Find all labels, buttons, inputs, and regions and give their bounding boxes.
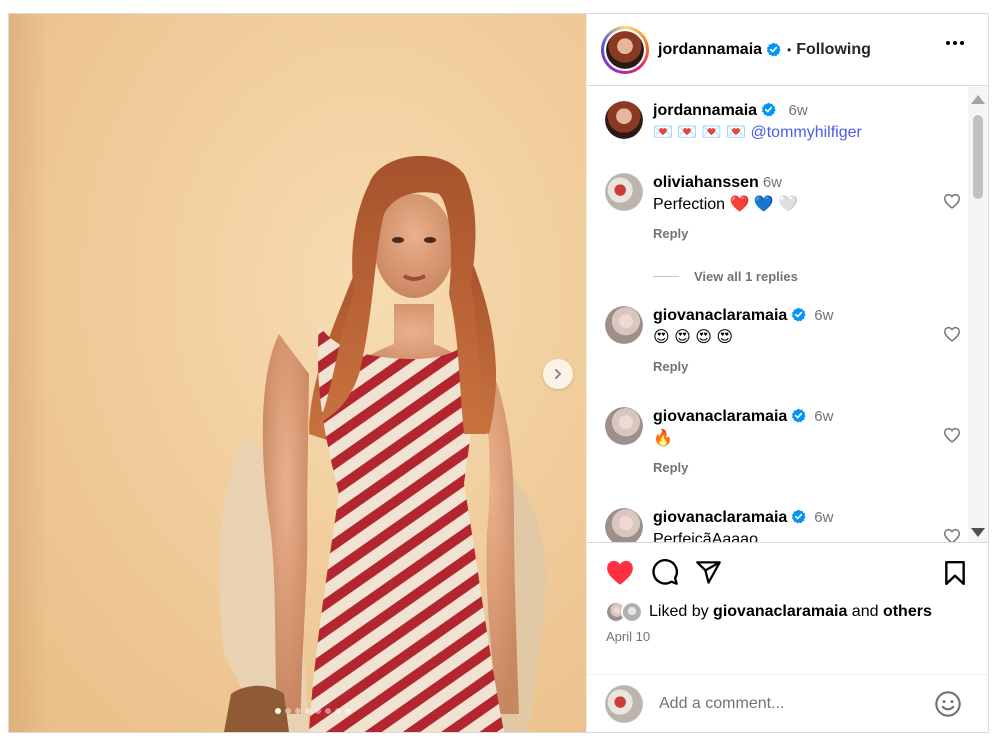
carousel-dot [274, 708, 281, 714]
post-photo [219, 155, 547, 732]
comment-text: PerfeiçãAaaao [653, 531, 758, 542]
avatar[interactable] [605, 407, 643, 445]
verified-icon [792, 307, 806, 322]
comment-text: Perfection ❤️ 💙 🤍 [653, 196, 799, 213]
comment-time[interactable]: 6w [814, 509, 833, 526]
verified-icon [761, 102, 776, 117]
comment-item: giovanaclaramaia 6w 🔥 Reply [605, 407, 961, 475]
action-bar [587, 543, 988, 601]
post-details-panel: jordannamaia • Following jordannamaia 6w… [586, 14, 988, 732]
reply-button[interactable]: Reply [653, 460, 961, 475]
likes-others-link[interactable]: others [883, 603, 932, 620]
carousel-dot [294, 708, 301, 714]
share-button[interactable] [695, 559, 722, 586]
carousel-dots [9, 708, 586, 714]
liker-username[interactable]: giovanaclaramaia [713, 603, 847, 620]
comment-time[interactable]: 6w [814, 307, 833, 324]
comment-button[interactable] [651, 558, 679, 586]
post-header: jordannamaia • Following [587, 14, 988, 86]
comment-time[interactable]: 6w [763, 174, 782, 191]
header-separator: • [787, 42, 792, 57]
comment-item: giovanaclaramaia 6w 😍 😍 😍 😍 Reply [605, 306, 961, 374]
post-date[interactable]: April 10 [587, 629, 988, 644]
like-comment-heart-icon[interactable] [943, 326, 961, 342]
comment-username[interactable]: giovanaclaramaia [653, 408, 787, 425]
scroll-down-arrow[interactable] [971, 528, 985, 537]
like-button[interactable] [605, 559, 635, 586]
author-username[interactable]: jordannamaia [658, 41, 762, 59]
post-dialog: jordannamaia • Following jordannamaia 6w… [8, 13, 989, 733]
likes-summary: Liked by giovanaclaramaia and others [587, 599, 988, 625]
view-replies-button[interactable]: View all 1 replies [653, 269, 798, 284]
post-actions-section: Liked by giovanaclaramaia and others Apr… [587, 542, 988, 644]
add-comment-bar [587, 674, 988, 732]
comment-item: oliviahanssen 6w Perfection ❤️ 💙 🤍 Reply [605, 173, 961, 241]
avatar[interactable] [605, 508, 643, 542]
post-media[interactable] [9, 14, 586, 732]
verified-icon [792, 408, 806, 423]
reply-button[interactable]: Reply [653, 226, 961, 241]
comment-text: 😍 😍 😍 😍 [653, 329, 734, 346]
next-photo-button[interactable] [543, 359, 573, 389]
save-button[interactable] [944, 560, 966, 591]
comments-list: jordannamaia 6w 💌 💌 💌 💌 @tommyhilfiger o… [587, 87, 967, 542]
carousel-dot [284, 708, 291, 714]
scroll-thumb[interactable] [973, 115, 983, 199]
likes-text: Liked by giovanaclaramaia and others [649, 603, 932, 620]
caption-mention[interactable]: @tommyhilfiger [750, 124, 861, 141]
carousel-dot [344, 708, 351, 714]
comment-item: giovanaclaramaia 6w PerfeiçãAaaao [605, 508, 961, 542]
like-comment-heart-icon[interactable] [943, 427, 961, 443]
caption: jordannamaia 6w 💌 💌 💌 💌 @tommyhilfiger [605, 101, 961, 144]
scroll-up-arrow[interactable] [971, 95, 985, 104]
following-button[interactable]: Following [796, 41, 871, 59]
avatar[interactable] [605, 306, 643, 344]
avatar[interactable] [605, 173, 643, 211]
save-icon [945, 560, 965, 586]
caption-username[interactable]: jordannamaia [653, 102, 757, 119]
add-comment-input[interactable] [659, 694, 909, 713]
carousel-dot [314, 708, 321, 714]
avatar [605, 684, 643, 723]
like-comment-heart-icon[interactable] [943, 528, 961, 542]
comments-scrollbar[interactable] [968, 87, 988, 542]
emoji-icon [935, 691, 961, 717]
reply-button[interactable]: Reply [653, 359, 961, 374]
verified-icon [792, 509, 806, 524]
like-comment-heart-icon[interactable] [943, 193, 961, 209]
emoji-button[interactable] [934, 690, 962, 723]
author-avatar[interactable] [601, 25, 649, 74]
caption-emojis: 💌 💌 💌 💌 [653, 124, 747, 141]
carousel-dot [324, 708, 331, 714]
share-icon [696, 560, 721, 584]
caption-time[interactable]: 6w [788, 102, 807, 119]
more-icon[interactable] [946, 41, 964, 45]
comment-icon [652, 559, 678, 585]
liker-avatars[interactable] [605, 601, 643, 623]
avatar[interactable] [605, 101, 643, 139]
verified-icon [766, 42, 781, 57]
comment-text: 🔥 [653, 430, 673, 447]
comment-time[interactable]: 6w [814, 408, 833, 425]
comment-username[interactable]: oliviahanssen [653, 174, 759, 191]
heart-icon [607, 560, 633, 585]
carousel-dot [334, 708, 341, 714]
chevron-right-icon [555, 369, 561, 379]
comment-username[interactable]: giovanaclaramaia [653, 307, 787, 324]
carousel-dot [304, 708, 311, 714]
comment-username[interactable]: giovanaclaramaia [653, 509, 787, 526]
